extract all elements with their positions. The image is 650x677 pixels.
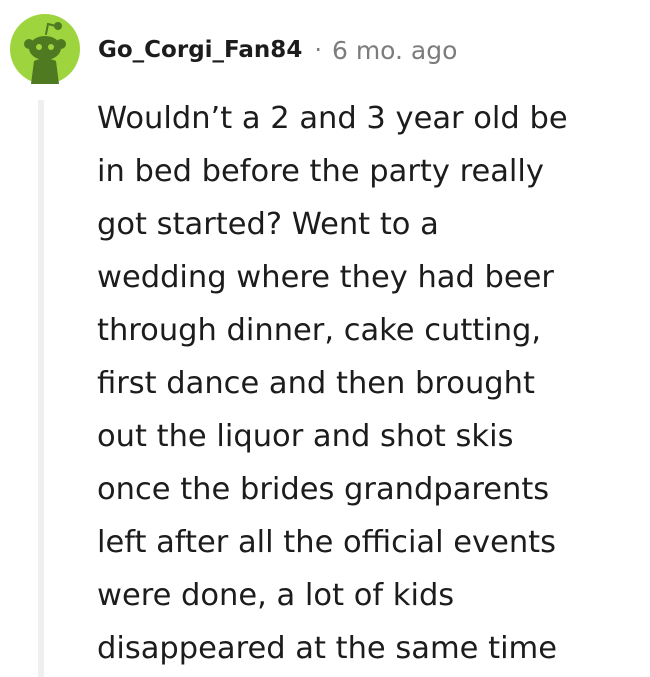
comment-body-line: disappeared at the same time <box>97 631 558 666</box>
meta-separator: · <box>314 36 322 64</box>
comment-body-line: were done, a lot of kids <box>97 578 455 613</box>
comment-body-line: left after all the official events <box>97 525 557 560</box>
comment-body: Wouldn’t a 2 and 3 year old be in bed be… <box>97 92 642 675</box>
comment-timestamp[interactable]: 6 mo. ago <box>332 36 457 65</box>
username-link[interactable]: Go_Corgi_Fan84 <box>98 37 302 63</box>
user-avatar[interactable] <box>10 14 80 84</box>
comment-body-line: got started? Went to a <box>97 207 439 242</box>
comment-body-line: through dinner, cake cutting, <box>97 313 542 348</box>
snoo-avatar-icon <box>10 14 80 84</box>
comment-body-line: out the liquor and shot skis <box>97 419 514 454</box>
comment-body-line: once the brides grandparents <box>97 472 550 507</box>
comment-body-line: first dance and then brought <box>97 366 535 401</box>
thread-collapse-line[interactable] <box>38 100 44 677</box>
comment: Go_Corgi_Fan84 · 6 mo. ago Wouldn’t a 2 … <box>0 0 650 677</box>
comment-body-line: in bed before the party really <box>97 154 544 189</box>
comment-body-line: Wouldn’t a 2 and 3 year old be <box>97 101 568 136</box>
comment-body-line: wedding where they had beer <box>97 260 554 295</box>
comment-meta: Go_Corgi_Fan84 · 6 mo. ago <box>98 30 457 70</box>
